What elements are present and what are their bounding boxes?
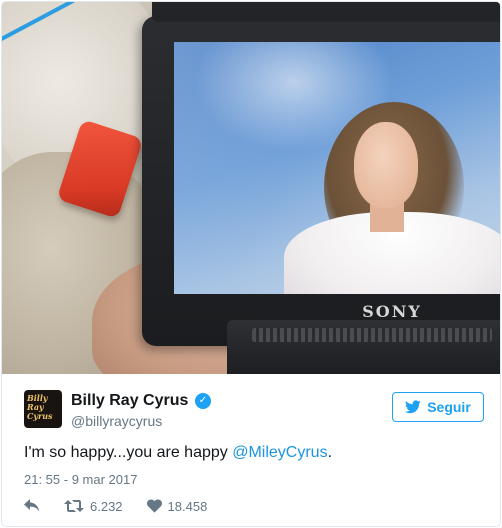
avatar[interactable]: Billy Ray Cyrus <box>24 390 62 428</box>
camera-brand-label: SONY <box>362 302 422 321</box>
tweet-actions: 6.232 18.458 <box>24 498 231 514</box>
retweet-count: 6.232 <box>90 498 123 514</box>
embedded-tweet-card: SONY Billy Ray Cyrus Billy Ray Cyrus ✓ @… <box>1 1 501 527</box>
tweet-photo[interactable]: SONY <box>2 2 500 374</box>
screen-glare <box>174 42 500 294</box>
like-button[interactable]: 18.458 <box>146 498 208 514</box>
like-count: 18.458 <box>167 498 208 514</box>
retweet-button[interactable]: 6.232 <box>64 499 123 514</box>
follow-button[interactable]: Seguir <box>392 392 484 422</box>
mention-link[interactable]: @MileyCyrus <box>232 444 327 461</box>
tweet-text-main: I'm so happy...you are happy <box>24 444 233 461</box>
tweet-text: I'm so happy...you are happy @MileyCyrus… <box>24 444 332 462</box>
follow-label: Seguir <box>427 399 471 415</box>
twitter-bird-icon <box>405 400 421 414</box>
tweet-text-end: . <box>327 444 333 461</box>
heart-icon <box>146 499 162 513</box>
tweet-timestamp[interactable]: 21: 55 - 9 mar 2017 <box>24 472 137 487</box>
reply-icon <box>24 499 39 512</box>
verified-badge-icon: ✓ <box>195 393 211 409</box>
monitor-top-edge <box>152 2 500 22</box>
tweet-body: Billy Ray Cyrus Billy Ray Cyrus ✓ @billy… <box>2 374 500 526</box>
avatar-logo-text: Billy Ray Cyrus <box>27 393 53 421</box>
user-handle[interactable]: @billyraycyrus <box>71 413 162 429</box>
reply-button[interactable] <box>24 499 40 513</box>
monitor-vent <box>252 328 492 342</box>
retweet-icon <box>64 500 84 512</box>
display-name[interactable]: Billy Ray Cyrus <box>71 392 188 410</box>
